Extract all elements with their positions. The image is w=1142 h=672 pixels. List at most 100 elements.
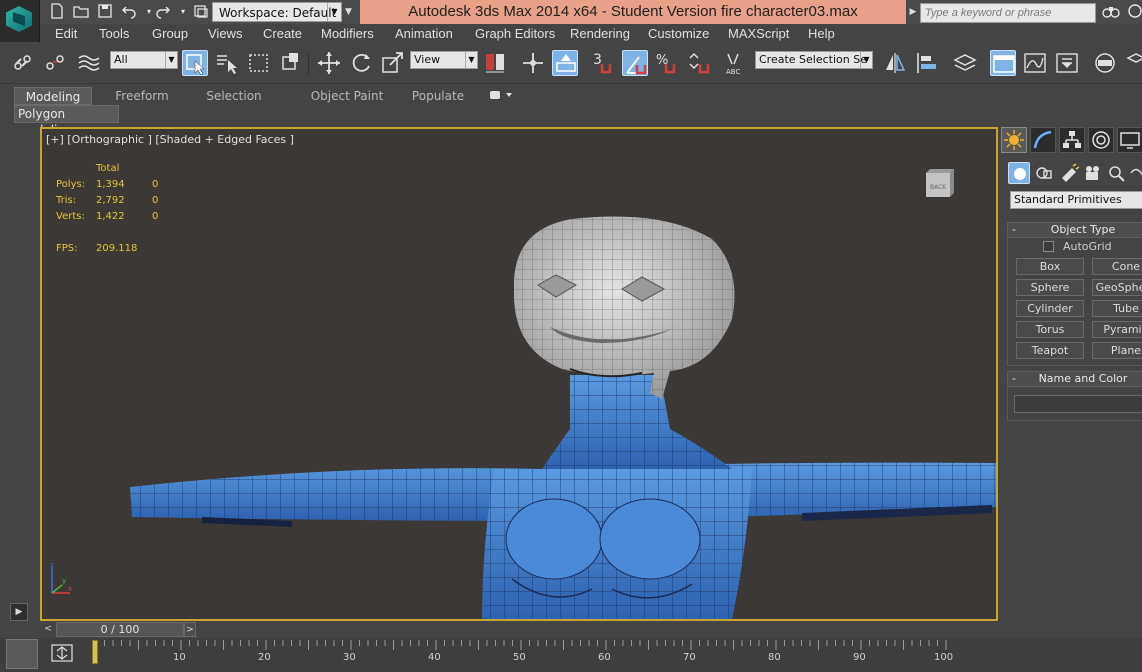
app-menu-button[interactable] xyxy=(0,0,40,42)
modify-tab-icon[interactable] xyxy=(1030,127,1056,153)
project-folder-icon[interactable] xyxy=(192,3,210,21)
save-icon[interactable] xyxy=(96,3,114,21)
tab-populate[interactable]: Populate xyxy=(402,87,474,105)
menu-maxscript[interactable]: MAXScript xyxy=(728,26,789,42)
expand-panel-icon[interactable]: ▶ xyxy=(10,603,28,621)
torus-button[interactable]: Torus xyxy=(1016,321,1084,338)
menu-views[interactable]: Views xyxy=(208,26,242,42)
tab-modeling[interactable]: Modeling xyxy=(14,87,92,105)
select-and-move-icon[interactable] xyxy=(316,50,342,76)
menu-tools[interactable]: Tools xyxy=(99,26,129,42)
cone-button[interactable]: Cone xyxy=(1092,258,1142,275)
polygon-modeling-panel[interactable]: Polygon Modeling xyxy=(14,105,119,137)
spinner-snap-toggle-icon[interactable] xyxy=(686,50,712,76)
unlink-selection-icon[interactable] xyxy=(42,50,68,76)
chevron-right-icon[interactable]: > xyxy=(184,622,196,637)
motion-tab-icon[interactable] xyxy=(1088,127,1114,153)
plane-button[interactable]: Plane xyxy=(1092,342,1142,359)
named-selection-dropdown[interactable]: Create Selection Se ▼ xyxy=(755,51,873,69)
primitive-type-dropdown[interactable]: Standard Primitives xyxy=(1010,191,1142,209)
search-input[interactable] xyxy=(920,3,1096,23)
bind-to-space-warp-icon[interactable] xyxy=(76,50,102,76)
sphere-button[interactable]: Sphere xyxy=(1016,279,1084,296)
autogrid-checkbox[interactable] xyxy=(1043,241,1054,252)
render-setup-icon[interactable] xyxy=(1124,50,1142,76)
select-and-link-icon[interactable] xyxy=(10,50,36,76)
curve-editor-icon[interactable] xyxy=(1022,50,1048,76)
create-tab-icon[interactable] xyxy=(1001,127,1027,153)
chevron-left-icon[interactable]: < xyxy=(42,623,54,636)
align-icon[interactable] xyxy=(914,50,940,76)
redo-dropdown-icon[interactable]: ▾ xyxy=(174,3,192,21)
schematic-view-icon[interactable] xyxy=(1054,50,1080,76)
hierarchy-tab-icon[interactable] xyxy=(1059,127,1085,153)
new-file-icon[interactable] xyxy=(48,3,66,21)
select-object-icon[interactable] xyxy=(182,50,208,76)
undo-icon[interactable] xyxy=(120,3,138,21)
box-button[interactable]: Box xyxy=(1016,258,1084,275)
cylinder-button[interactable]: Cylinder xyxy=(1016,300,1084,317)
menu-rendering[interactable]: Rendering xyxy=(570,26,630,42)
object-type-rollout-header[interactable]: - Object Type xyxy=(1007,222,1142,238)
open-folder-icon[interactable] xyxy=(72,3,90,21)
tube-button[interactable]: Tube xyxy=(1092,300,1142,317)
menu-graph-editors[interactable]: Graph Editors xyxy=(475,26,555,42)
shapes-icon[interactable] xyxy=(1033,162,1055,184)
menu-animation[interactable]: Animation xyxy=(395,26,453,42)
mini-curve-editor-button[interactable] xyxy=(6,639,38,669)
toggle-ribbon-icon[interactable] xyxy=(990,50,1016,76)
select-and-manipulate-icon[interactable] xyxy=(520,50,546,76)
object-name-field[interactable] xyxy=(1014,395,1142,413)
menu-modifiers[interactable]: Modifiers xyxy=(321,26,374,42)
menu-help[interactable]: Help xyxy=(808,26,835,42)
pivot-center-icon[interactable] xyxy=(482,50,508,76)
viewport-orthographic[interactable]: [+] [Orthographic ] [Shaded + Edged Face… xyxy=(40,127,998,621)
percent-snap-toggle-icon[interactable]: % xyxy=(654,50,680,76)
menu-create[interactable]: Create xyxy=(263,26,302,42)
viewport-label[interactable]: [+] [Orthographic ] [Shaded + Edged Face… xyxy=(46,133,294,146)
selection-filter-dropdown[interactable]: All ▼ xyxy=(110,51,178,69)
display-tab-icon[interactable] xyxy=(1117,127,1142,153)
tab-object-paint[interactable]: Object Paint xyxy=(292,87,402,105)
helpers-icon[interactable] xyxy=(1106,162,1128,184)
subscription-center-icon[interactable] xyxy=(1126,3,1142,21)
time-slider-thumb[interactable]: 0 / 100 xyxy=(56,622,184,637)
reference-coordinate-dropdown[interactable]: View ▼ xyxy=(410,51,478,69)
ribbon-options-icon[interactable] xyxy=(489,88,513,102)
teapot-button[interactable]: Teapot xyxy=(1016,342,1084,359)
angle-snap-toggle-icon[interactable] xyxy=(622,50,648,76)
time-slider[interactable]: < 0 / 100 > xyxy=(40,621,1142,638)
mini-curve-editor-icon[interactable] xyxy=(48,642,76,664)
menu-edit[interactable]: Edit xyxy=(55,26,77,42)
lights-icon[interactable] xyxy=(1058,162,1080,184)
keyboard-shortcut-override-icon[interactable] xyxy=(552,50,578,76)
pyramid-button[interactable]: Pyramid xyxy=(1092,321,1142,338)
redo-icon[interactable] xyxy=(154,3,172,21)
tab-selection[interactable]: Selection xyxy=(194,87,274,105)
select-and-scale-icon[interactable] xyxy=(380,50,406,76)
track-ruler[interactable]: 10 20 30 40 50 60 70 80 90 100 xyxy=(92,638,958,672)
tab-freeform[interactable]: Freeform xyxy=(102,87,182,105)
space-warps-icon[interactable] xyxy=(1128,162,1142,184)
snaps-toggle-icon[interactable]: 3 xyxy=(590,50,616,76)
name-color-rollout-header[interactable]: - Name and Color xyxy=(1007,371,1142,387)
select-and-rotate-icon[interactable] xyxy=(348,50,374,76)
window-crossing-icon[interactable] xyxy=(278,50,304,76)
manage-layers-icon[interactable] xyxy=(952,50,978,76)
workspace-dropdown[interactable]: Workspace: Default ▼ xyxy=(212,2,342,22)
material-editor-icon[interactable] xyxy=(1092,50,1118,76)
geometry-icon[interactable] xyxy=(1008,162,1030,184)
current-frame-marker[interactable] xyxy=(92,640,98,664)
geosphere-button[interactable]: GeoSphere xyxy=(1092,279,1142,296)
chevron-down-icon[interactable]: ▼ xyxy=(345,3,357,21)
select-by-name-icon[interactable] xyxy=(214,50,240,76)
menu-customize[interactable]: Customize xyxy=(648,26,709,42)
rectangular-selection-icon[interactable] xyxy=(246,50,272,76)
character-mesh[interactable] xyxy=(42,129,996,619)
mirror-icon[interactable] xyxy=(882,50,908,76)
cameras-icon[interactable] xyxy=(1082,162,1104,184)
edit-named-selection-icon[interactable]: ABC xyxy=(722,50,748,76)
chevron-right-icon[interactable]: ▶ xyxy=(906,3,920,21)
binoculars-icon[interactable] xyxy=(1102,3,1120,21)
menu-group[interactable]: Group xyxy=(152,26,188,42)
